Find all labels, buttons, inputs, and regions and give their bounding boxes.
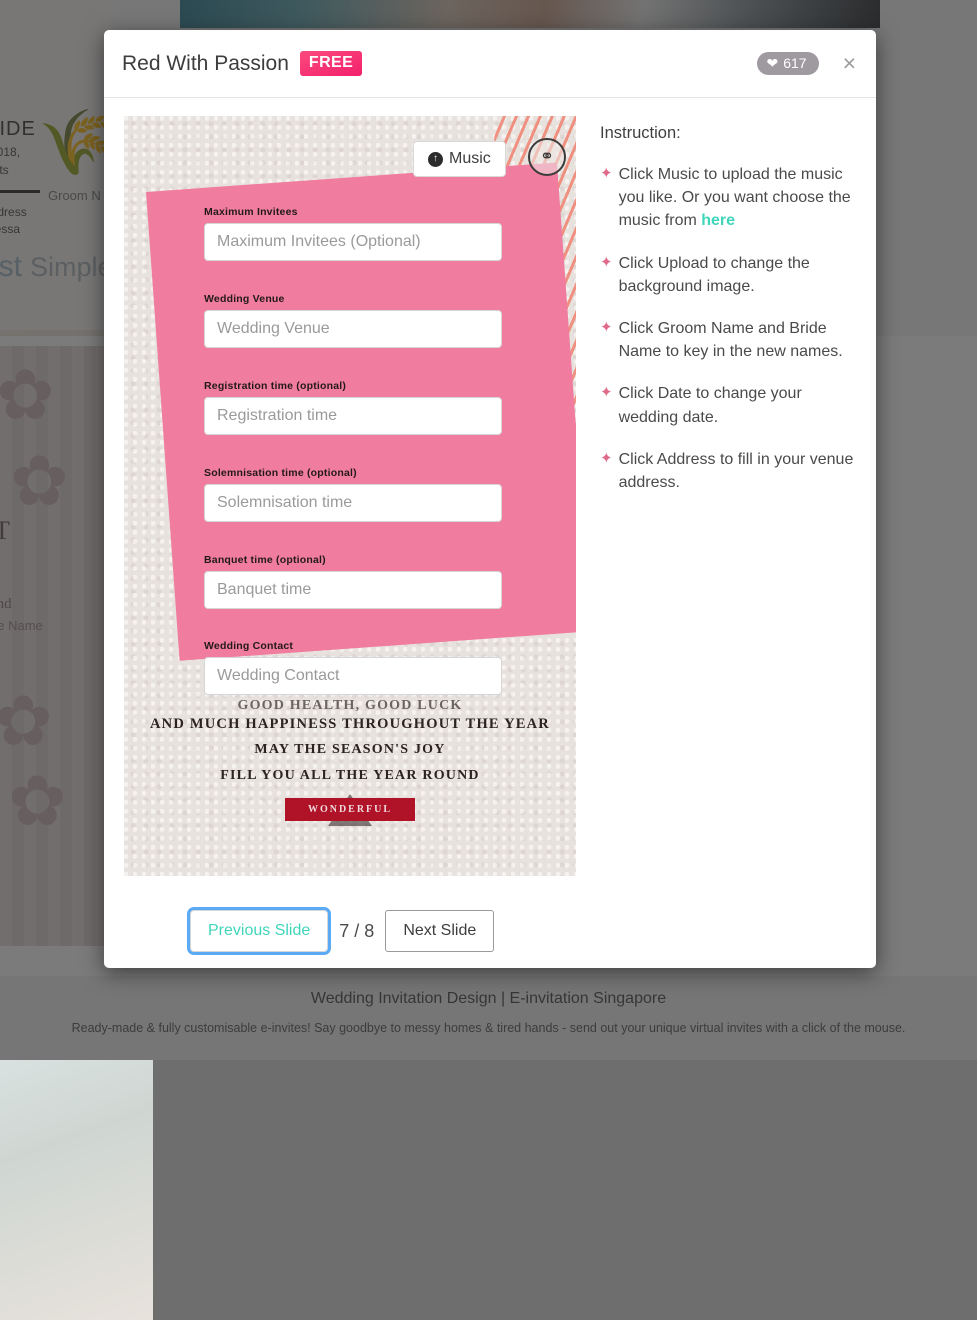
field-wedding-contact: Wedding Contact — [204, 640, 502, 695]
field-label: Banquet time (optional) — [204, 554, 326, 566]
field-registration-time: Registration time (optional) — [204, 380, 502, 435]
sparkle-icon: ✦ — [600, 449, 613, 467]
next-slide-button[interactable]: Next Slide — [385, 910, 495, 952]
preview-form-fields: Maximum Invitees Wedding Venue Registrat… — [124, 116, 576, 876]
field-maximum-invitees: Maximum Invitees — [204, 206, 502, 261]
instruction-text: Click Upload to change the background im… — [618, 254, 810, 295]
sparkle-icon: ✦ — [600, 318, 613, 336]
maximum-invitees-input[interactable] — [204, 223, 502, 261]
instruction-text: Click Music to upload the music you like… — [618, 166, 851, 230]
like-count-badge[interactable]: ❤ 617 — [757, 52, 819, 75]
preview-panel: GOOD HEALTH, GOOD LUCK AND MUCH HAPPINES… — [124, 116, 576, 894]
instruction-item: ✦ Click Upload to change the background … — [600, 252, 856, 298]
previous-slide-button[interactable]: Previous Slide — [186, 907, 332, 955]
slide-counter: 7 / 8 — [339, 920, 375, 941]
solemnisation-time-input[interactable] — [204, 484, 502, 522]
page-title: Red With Passion — [122, 51, 289, 75]
instruction-item: ✦ Click Groom Name and Bride Name to key… — [600, 317, 856, 363]
music-here-link[interactable]: here — [701, 212, 735, 229]
free-badge: FREE — [299, 51, 363, 76]
sparkle-icon: ✦ — [600, 253, 613, 271]
like-count-value: 617 — [783, 55, 807, 71]
template-editor-modal: Red With Passion FREE ❤ 617 × GOOD HEALT… — [104, 30, 876, 968]
close-icon[interactable]: × — [841, 52, 858, 75]
instruction-text: Click Date to change your wedding date. — [618, 385, 802, 426]
sparkle-icon: ✦ — [600, 165, 613, 182]
modal-header: Red With Passion FREE ❤ 617 × — [104, 30, 876, 98]
sparkle-icon: ✦ — [600, 384, 613, 402]
instruction-item: ✦ Click Music to upload the music you li… — [600, 163, 856, 233]
field-wedding-venue: Wedding Venue — [204, 293, 502, 348]
modal-body: GOOD HEALTH, GOOD LUCK AND MUCH HAPPINES… — [104, 98, 876, 894]
invitation-preview-card[interactable]: GOOD HEALTH, GOOD LUCK AND MUCH HAPPINES… — [124, 116, 576, 876]
instruction-text: Click Address to fill in your venue addr… — [618, 450, 854, 491]
slide-navigation: Previous Slide 7 / 8 Next Slide — [104, 894, 876, 968]
field-banquet-time: Banquet time (optional) — [204, 554, 502, 609]
field-label: Registration time (optional) — [204, 380, 347, 392]
field-solemnisation-time: Solemnisation time (optional) — [204, 467, 502, 522]
instruction-title: Instruction: — [600, 124, 681, 142]
instruction-text: Click Groom Name and Bride Name to key i… — [618, 319, 843, 361]
instruction-panel: Instruction: ✦ Click Music to upload the… — [600, 116, 856, 894]
field-label: Maximum Invitees — [204, 206, 298, 218]
registration-time-input[interactable] — [204, 397, 502, 435]
wedding-venue-input[interactable] — [204, 310, 502, 348]
instruction-item: ✦ Click Address to fill in your venue ad… — [600, 448, 856, 494]
field-label: Solemnisation time (optional) — [204, 467, 357, 479]
heart-icon: ❤ — [766, 55, 779, 71]
field-label: Wedding Contact — [204, 640, 294, 652]
field-label: Wedding Venue — [204, 293, 285, 305]
banquet-time-input[interactable] — [204, 571, 502, 609]
instruction-item: ✦ Click Date to change your wedding date… — [600, 382, 856, 428]
wedding-contact-input[interactable] — [204, 657, 502, 695]
